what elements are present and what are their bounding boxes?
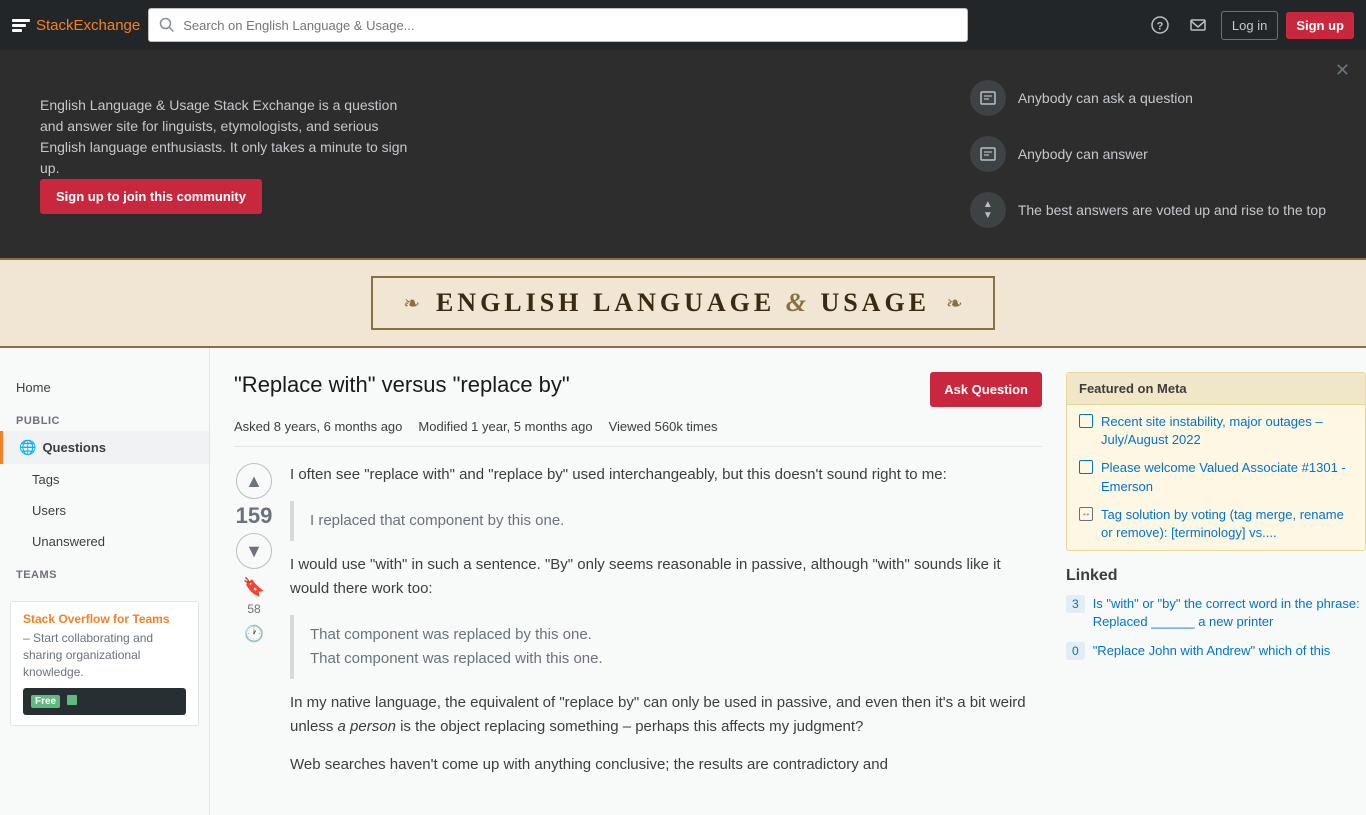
post-emphasis: a person: [338, 718, 396, 735]
post-blockquote1: I replaced that component by this one.: [290, 501, 1042, 541]
signup-button[interactable]: Sign up: [1286, 12, 1354, 39]
question-meta: Asked 8 years, 6 months ago Modified 1 y…: [234, 419, 1042, 447]
sidebar-item-unanswered[interactable]: Unanswered: [0, 526, 209, 557]
teams-box: Stack Overflow for Teams – Start collabo…: [10, 601, 199, 726]
login-button[interactable]: Log in: [1221, 11, 1278, 40]
post-blockquote2: That component was replaced by this one.…: [290, 615, 1042, 679]
featured-item-1[interactable]: Please welcome Valued Associate #1301 - …: [1079, 459, 1353, 495]
hero-description: English Language & Usage Stack Exchange …: [40, 95, 420, 179]
featured-item-2[interactable]: ↔ Tag solution by voting (tag merge, ren…: [1079, 506, 1353, 542]
logo-text: StackExchange: [36, 17, 140, 34]
help-button[interactable]: ?: [1145, 10, 1175, 40]
hero-description-area: English Language & Usage Stack Exchange …: [40, 95, 420, 214]
bookmark-button[interactable]: 🔖: [243, 577, 265, 598]
vote-arrows-icon: ▲ ▼: [983, 199, 993, 221]
search-input[interactable]: [183, 18, 957, 33]
hero-signup-button[interactable]: Sign up to join this community: [40, 179, 262, 214]
search-icon: [159, 17, 175, 33]
teams-description: – Start collaborating and sharing organi…: [23, 630, 186, 680]
linked-item-1: 0 "Replace John with Andrew" which of th…: [1066, 642, 1366, 660]
feature-answer-icon: [970, 136, 1006, 172]
featured-item-0-text: Recent site instability, major outages –…: [1101, 413, 1353, 449]
feature-ask-icon: [970, 80, 1006, 116]
feature-item-ask: Anybody can ask a question: [970, 80, 1326, 116]
inbox-button[interactable]: [1183, 10, 1213, 40]
ornament-right: ❧: [946, 291, 963, 316]
linked-item-0-count: 3: [1066, 595, 1085, 613]
hero-banner: English Language & Usage Stack Exchange …: [0, 50, 1366, 258]
featured-item-1-text: Please welcome Valued Associate #1301 - …: [1101, 459, 1353, 495]
svg-text:?: ?: [1157, 21, 1164, 33]
post-p2: I would use "with" in such a sentence. "…: [290, 553, 1042, 601]
vote-column: ▲ 159 ▼ 🔖 58 🕐: [234, 463, 274, 791]
feature-votes-icon: ▲ ▼: [970, 192, 1006, 228]
featured-meta-list: Recent site instability, major outages –…: [1067, 405, 1365, 550]
sidebar-section-public: PUBLIC: [0, 403, 209, 431]
post-p1: I often see "replace with" and "replace …: [290, 463, 1042, 487]
featured-meta-title: Featured on Meta: [1067, 373, 1365, 405]
sidebar-item-users[interactable]: Users: [0, 495, 209, 526]
globe-icon: 🌐: [19, 439, 36, 456]
linked-title: Linked: [1066, 567, 1366, 585]
post-text: I often see "replace with" and "replace …: [290, 463, 1042, 791]
vote-down-button[interactable]: ▼: [236, 533, 272, 569]
modified-meta: Modified 1 year, 5 months ago: [418, 419, 592, 434]
search-bar: [148, 8, 968, 42]
site-header-inner: ❧ ENGLISH LANGUAGE & USAGE ❧: [371, 276, 995, 330]
linked-item-1-count: 0: [1066, 642, 1085, 660]
question-body: ▲ 159 ▼ 🔖 58 🕐 I often see "replace with…: [234, 463, 1042, 791]
right-sidebar: Featured on Meta Recent site instability…: [1066, 348, 1366, 815]
featured-item-0[interactable]: Recent site instability, major outages –…: [1079, 413, 1353, 449]
site-logo[interactable]: StackExchange: [12, 17, 140, 34]
history-button[interactable]: 🕐: [244, 624, 264, 644]
top-nav: StackExchange ? Log in Sign up: [0, 0, 1366, 50]
teams-cta-icon: [66, 694, 78, 709]
feature-votes-text: The best answers are voted up and rise t…: [1018, 202, 1326, 218]
featured-item-2-text: Tag solution by voting (tag merge, renam…: [1101, 506, 1353, 542]
featured-item-0-icon: [1079, 414, 1093, 428]
stack-icon: [12, 19, 30, 32]
content-area: "Replace with" versus "replace by" Ask Q…: [210, 348, 1066, 815]
feature-item-votes: ▲ ▼ The best answers are voted up and ri…: [970, 192, 1326, 228]
sidebar-item-tags[interactable]: Tags: [0, 464, 209, 495]
linked-item-1-link[interactable]: "Replace John with Andrew" which of this: [1093, 642, 1331, 660]
linked-item-0: 3 Is "with" or "by" the correct word in …: [1066, 595, 1366, 631]
free-badge: Free: [31, 695, 60, 708]
site-title: ENGLISH LANGUAGE & USAGE: [436, 288, 930, 318]
featured-meta-box: Featured on Meta Recent site instability…: [1066, 372, 1366, 551]
hero-close-button[interactable]: ✕: [1335, 60, 1350, 81]
asked-meta: Asked 8 years, 6 months ago: [234, 419, 402, 434]
sidebar-section-teams: TEAMS: [0, 557, 209, 585]
post-p4: Web searches haven't come up with anythi…: [290, 753, 1042, 777]
sidebar: Home PUBLIC 🌐 Questions Tags Users Unans…: [0, 348, 210, 815]
nav-right: ? Log in Sign up: [1145, 10, 1354, 40]
teams-cta[interactable]: Free: [23, 688, 186, 715]
linked-box: Linked 3 Is "with" or "by" the correct w…: [1066, 567, 1366, 660]
featured-item-1-icon: [1079, 460, 1093, 474]
question-header: "Replace with" versus "replace by" Ask Q…: [234, 372, 1042, 407]
linked-item-0-link[interactable]: Is "with" or "by" the correct word in th…: [1093, 595, 1366, 631]
ask-question-button[interactable]: Ask Question: [930, 372, 1042, 407]
bookmark-count: 58: [247, 602, 260, 616]
site-header: ❧ ENGLISH LANGUAGE & USAGE ❧: [0, 258, 1366, 348]
vote-up-button[interactable]: ▲: [236, 463, 272, 499]
vote-count: 159: [236, 503, 273, 529]
feature-answer-text: Anybody can answer: [1018, 146, 1148, 162]
post-p3: In my native language, the equivalent of…: [290, 691, 1042, 739]
sidebar-item-home[interactable]: Home: [0, 372, 209, 403]
feature-ask-text: Anybody can ask a question: [1018, 90, 1193, 106]
question-title: "Replace with" versus "replace by": [234, 372, 914, 398]
feature-item-answer: Anybody can answer: [970, 136, 1326, 172]
main-layout: Home PUBLIC 🌐 Questions Tags Users Unans…: [0, 348, 1366, 815]
ornament-left: ❧: [403, 291, 420, 316]
sidebar-item-questions[interactable]: 🌐 Questions: [0, 431, 209, 464]
hero-features: Anybody can ask a question Anybody can a…: [970, 80, 1326, 228]
viewed-meta: Viewed 560k times: [609, 419, 718, 434]
featured-item-2-icon: ↔: [1079, 507, 1093, 521]
teams-title: Stack Overflow for Teams: [23, 612, 186, 626]
